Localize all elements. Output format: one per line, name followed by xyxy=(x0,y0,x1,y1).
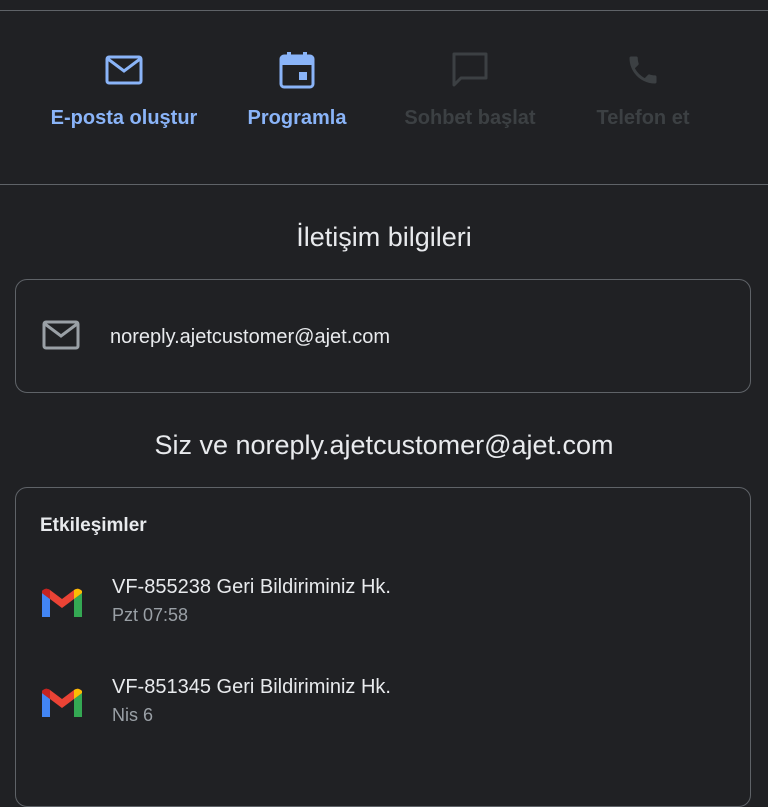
compose-email-action[interactable]: E-posta oluştur xyxy=(24,50,224,130)
call-action: Telefon et xyxy=(543,50,743,130)
start-chat-label: Sohbet başlat xyxy=(404,107,536,129)
relation-title: Siz ve noreply.ajetcustomer@ajet.com xyxy=(154,430,614,460)
phone-icon xyxy=(623,50,663,90)
interaction-item[interactable]: VF-851345 Geri Bildiriminiz Hk. Nis 6 xyxy=(40,673,391,729)
interaction-time: Nis 6 xyxy=(112,705,154,725)
contact-info-card: noreply.ajetcustomer@ajet.com xyxy=(15,279,751,393)
call-label: Telefon et xyxy=(596,107,690,129)
start-chat-action: Sohbet başlat xyxy=(370,50,570,130)
interactions-card: Etkileşimler VF-855238 Geri Bildiriminiz… xyxy=(15,487,751,807)
calendar-icon xyxy=(277,50,317,90)
schedule-label: Programla xyxy=(247,107,347,129)
interaction-subject: VF-855238 Geri Bildiriminiz Hk. xyxy=(112,576,391,598)
mail-icon xyxy=(104,50,144,90)
interaction-subject: VF-851345 Geri Bildiriminiz Hk. xyxy=(112,676,391,698)
section-divider xyxy=(0,184,768,185)
interaction-item[interactable]: VF-855238 Geri Bildiriminiz Hk. Pzt 07:5… xyxy=(40,573,391,629)
interaction-time: Pzt 07:58 xyxy=(112,605,189,625)
gmail-icon xyxy=(40,687,84,724)
email-row[interactable]: noreply.ajetcustomer@ajet.com xyxy=(42,320,390,355)
schedule-action[interactable]: Programla xyxy=(197,50,397,130)
contact-info-title: İletişim bilgileri xyxy=(296,222,472,252)
chat-icon xyxy=(450,50,490,90)
contact-email: noreply.ajetcustomer@ajet.com xyxy=(110,326,391,348)
action-bar: E-posta oluştur Programla Sohbet başlat xyxy=(0,0,768,185)
gmail-icon xyxy=(40,587,84,624)
compose-email-label: E-posta oluştur xyxy=(50,107,198,129)
interactions-heading: Etkileşimler xyxy=(40,515,147,536)
mail-icon xyxy=(42,320,80,355)
